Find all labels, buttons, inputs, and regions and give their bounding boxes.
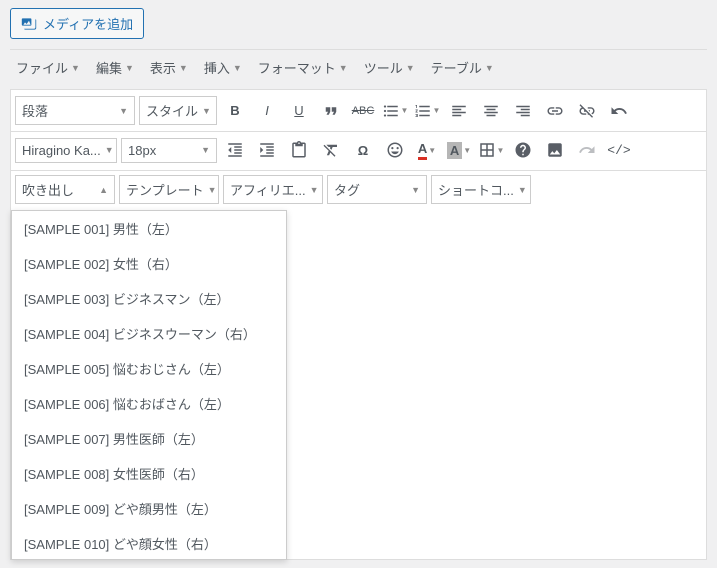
fukidashi-select[interactable]: 吹き出し▲: [15, 175, 115, 204]
menu-table[interactable]: テーブル▼: [425, 54, 500, 81]
dropdown-item[interactable]: [SAMPLE 005] 悩むおじさん（左）: [12, 351, 286, 386]
media-icon: [21, 16, 37, 32]
menu-view[interactable]: 表示▼: [144, 54, 194, 81]
caret-down-icon: ▼: [105, 145, 114, 155]
bullet-list-button[interactable]: ▼: [381, 97, 409, 125]
dropdown-item[interactable]: [SAMPLE 001] 男性（左）: [12, 211, 286, 246]
affiliate-select[interactable]: アフィリエ...▼: [223, 175, 323, 204]
dropdown-item[interactable]: [SAMPLE 007] 男性医師（左）: [12, 421, 286, 456]
fukidashi-dropdown: [SAMPLE 001] 男性（左）[SAMPLE 002] 女性（右）[SAM…: [11, 210, 287, 560]
caret-down-icon: ▼: [463, 146, 471, 155]
link-button[interactable]: [541, 97, 569, 125]
caret-down-icon: ▼: [411, 185, 420, 195]
menubar: ファイル▼ 編集▼ 表示▼ 挿入▼ フォーマット▼ ツール▼ テーブル▼: [10, 49, 707, 90]
text-color-button[interactable]: A▼: [413, 136, 441, 164]
paragraph-select[interactable]: 段落▼: [15, 96, 135, 125]
source-code-button[interactable]: </>: [605, 136, 633, 164]
caret-down-icon: ▼: [201, 145, 210, 155]
special-char-button[interactable]: Ω: [349, 136, 377, 164]
clear-formatting-button[interactable]: [317, 136, 345, 164]
indent-button[interactable]: [253, 136, 281, 164]
menu-file[interactable]: ファイル▼: [10, 54, 86, 81]
caret-down-icon: ▼: [208, 185, 217, 195]
add-media-label: メディアを追加: [43, 14, 133, 33]
caret-up-icon: ▲: [99, 185, 108, 195]
menu-insert[interactable]: 挿入▼: [198, 54, 248, 81]
tag-select[interactable]: タグ▼: [327, 175, 427, 204]
caret-down-icon: ▼: [428, 146, 436, 155]
toolbar-row-3: 吹き出し▲ テンプレート▼ アフィリエ...▼ タグ▼ ショートコ...▼: [10, 171, 707, 210]
menu-format[interactable]: フォーマット▼: [252, 54, 354, 81]
caret-down-icon: ▼: [497, 146, 505, 155]
font-size-select[interactable]: 18px▼: [121, 138, 217, 163]
caret-down-icon: ▼: [119, 106, 128, 116]
dropdown-item[interactable]: [SAMPLE 002] 女性（右）: [12, 246, 286, 281]
align-center-button[interactable]: [477, 97, 505, 125]
caret-down-icon: ▼: [401, 106, 409, 115]
caret-down-icon: ▼: [233, 63, 242, 73]
bold-button[interactable]: B: [221, 97, 249, 125]
caret-down-icon: ▼: [179, 63, 188, 73]
unlink-button[interactable]: [573, 97, 601, 125]
image-button[interactable]: [541, 136, 569, 164]
outdent-button[interactable]: [221, 136, 249, 164]
caret-down-icon: ▼: [485, 63, 494, 73]
toolbar-row-1: 段落▼ スタイル▼ B I U ABC ▼ ▼: [10, 90, 707, 132]
align-left-button[interactable]: [445, 97, 473, 125]
dropdown-item[interactable]: [SAMPLE 008] 女性医師（右）: [12, 456, 286, 491]
menu-edit[interactable]: 編集▼: [90, 54, 140, 81]
dropdown-item[interactable]: [SAMPLE 004] ビジネスウーマン（右）: [12, 316, 286, 351]
caret-down-icon: ▼: [202, 106, 211, 116]
redo-button[interactable]: [573, 136, 601, 164]
italic-button[interactable]: I: [253, 97, 281, 125]
editor-content-area[interactable]: [SAMPLE 001] 男性（左）[SAMPLE 002] 女性（右）[SAM…: [10, 210, 707, 560]
table-button[interactable]: ▼: [477, 136, 505, 164]
caret-down-icon: ▼: [310, 185, 319, 195]
dropdown-item[interactable]: [SAMPLE 003] ビジネスマン（左）: [12, 281, 286, 316]
font-family-select[interactable]: Hiragino Ka...▼: [15, 138, 117, 163]
dropdown-item[interactable]: [SAMPLE 009] どや顔男性（左）: [12, 491, 286, 526]
shortcode-select[interactable]: ショートコ...▼: [431, 175, 531, 204]
underline-button[interactable]: U: [285, 97, 313, 125]
caret-down-icon: ▼: [71, 63, 80, 73]
caret-down-icon: ▼: [339, 63, 348, 73]
caret-down-icon: ▼: [406, 63, 415, 73]
emoji-button[interactable]: [381, 136, 409, 164]
blockquote-button[interactable]: [317, 97, 345, 125]
dropdown-item[interactable]: [SAMPLE 006] 悩むおばさん（左）: [12, 386, 286, 421]
caret-down-icon: ▼: [518, 185, 527, 195]
strikethrough-button[interactable]: ABC: [349, 97, 377, 125]
align-right-button[interactable]: [509, 97, 537, 125]
template-select[interactable]: テンプレート▼: [119, 175, 219, 204]
menu-tools[interactable]: ツール▼: [358, 54, 421, 81]
background-color-button[interactable]: A▼: [445, 136, 473, 164]
style-select[interactable]: スタイル▼: [139, 96, 217, 125]
undo-button[interactable]: [605, 97, 633, 125]
caret-down-icon: ▼: [433, 106, 441, 115]
dropdown-item[interactable]: [SAMPLE 010] どや顔女性（右）: [12, 526, 286, 560]
caret-down-icon: ▼: [125, 63, 134, 73]
toolbar-row-2: Hiragino Ka...▼ 18px▼ Ω A▼ A▼ ▼ </>: [10, 132, 707, 171]
help-button[interactable]: [509, 136, 537, 164]
numbered-list-button[interactable]: ▼: [413, 97, 441, 125]
paste-text-button[interactable]: [285, 136, 313, 164]
add-media-button[interactable]: メディアを追加: [10, 8, 144, 39]
